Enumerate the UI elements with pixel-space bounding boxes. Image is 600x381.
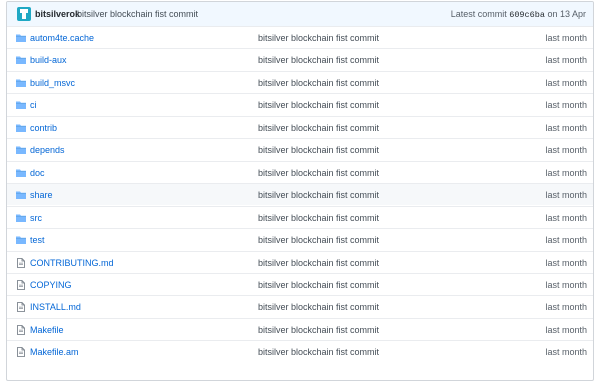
file-name-link[interactable]: src: [30, 213, 42, 223]
commit-age: last month: [545, 212, 587, 223]
folder-icon: [16, 213, 26, 223]
commit-age: last month: [545, 190, 587, 201]
folder-icon: [16, 168, 26, 178]
file-row: src bitsilver blockchain fist commit last …: [7, 205, 593, 228]
file-icon: [16, 257, 26, 268]
commit-age: last month: [545, 145, 587, 156]
commit-message-link[interactable]: bitsilver blockchain fist commit: [258, 100, 379, 110]
commit-message-link[interactable]: bitsilver blockchain fist commit: [258, 258, 379, 268]
commit-age: last month: [545, 324, 587, 335]
file-row: INSTALL.md bitsilver blockchain fist comm…: [7, 295, 593, 318]
folder-icon: [16, 33, 26, 43]
file-icon: [16, 280, 26, 290]
commit-message-link[interactable]: bitsilver blockchain fist commit: [258, 190, 379, 200]
file-row: contrib bitsilver blockchain fist commit l…: [7, 115, 593, 138]
commit-age: last month: [545, 55, 587, 66]
file-icon: [16, 324, 26, 335]
latest-commit-bar: bitsilverok bitsilver blockchain fist co…: [7, 2, 593, 27]
folder-icon: [16, 55, 26, 65]
file-name-link[interactable]: contrib: [30, 123, 57, 133]
file-row: share bitsilver blockchain fist commit las…: [7, 183, 593, 206]
folder-icon: [16, 78, 26, 88]
commit-age: last month: [545, 302, 587, 313]
commit-age: last month: [545, 257, 587, 268]
folder-icon: [16, 190, 26, 200]
commit-message-link[interactable]: bitsilver blockchain fist commit: [258, 78, 379, 88]
commit-age: last month: [545, 100, 587, 111]
file-icon: [16, 302, 26, 313]
commit-message-link[interactable]: bitsilver blockchain fist commit: [258, 55, 379, 65]
commit-age: last month: [545, 122, 587, 133]
file-row: CONTRIBUTING.md bitsilver blockchain fist…: [7, 250, 593, 273]
commit-message-link[interactable]: bitsilver blockchain fist commit: [258, 123, 379, 133]
file-row: autom4te.cache bitsilver blockchain fist …: [7, 26, 593, 48]
file-name-link[interactable]: build_msvc: [30, 78, 75, 88]
file-row: build-aux bitsilver blockchain fist commi…: [7, 48, 593, 71]
file-row: COPYING bitsilver blockchain fist commit l…: [7, 272, 593, 295]
commit-age: last month: [545, 167, 587, 178]
file-row: depends bitsilver blockchain fist commit l…: [7, 138, 593, 161]
commit-sha[interactable]: 609c6ba: [509, 10, 545, 20]
file-row: test bitsilver blockchain fist commit last…: [7, 228, 593, 251]
commit-age: last month: [545, 279, 587, 290]
file-name-link[interactable]: COPYING: [30, 280, 72, 290]
commit-message-link[interactable]: bitsilver blockchain fist commit: [258, 302, 379, 312]
folder-icon: [16, 145, 26, 155]
commit-message[interactable]: bitsilver blockchain fist commit: [77, 9, 198, 19]
commit-age: last month: [545, 77, 587, 88]
latest-commit-label: Latest commit: [450, 9, 507, 19]
folder-icon: [16, 235, 26, 245]
file-row: doc bitsilver blockchain fist commit last …: [7, 160, 593, 183]
file-name-link[interactable]: share: [30, 190, 53, 200]
file-name-link[interactable]: test: [30, 235, 45, 245]
file-name-link[interactable]: depends: [30, 145, 65, 155]
commit-message-link[interactable]: bitsilver blockchain fist commit: [258, 168, 379, 178]
commit-age: last month: [545, 347, 587, 358]
file-name-link[interactable]: build-aux: [30, 55, 67, 65]
author-avatar[interactable]: [17, 7, 31, 21]
commit-age: last month: [545, 235, 587, 246]
file-name-link[interactable]: doc: [30, 168, 45, 178]
commit-message-link[interactable]: bitsilver blockchain fist commit: [258, 213, 379, 223]
file-list-panel: bitsilverok bitsilver blockchain fist co…: [6, 1, 594, 381]
file-icon: [16, 347, 26, 358]
commit-date: on 13 Apr: [547, 9, 586, 19]
file-name-link[interactable]: ci: [30, 100, 37, 110]
file-name-link[interactable]: autom4te.cache: [30, 33, 94, 43]
file-name-link[interactable]: INSTALL.md: [30, 302, 81, 312]
commit-message-link[interactable]: bitsilver blockchain fist commit: [258, 325, 379, 335]
commit-message-link[interactable]: bitsilver blockchain fist commit: [258, 280, 379, 290]
file-name-link[interactable]: Makefile: [30, 325, 64, 335]
commit-message-link[interactable]: bitsilver blockchain fist commit: [258, 145, 379, 155]
file-row: build_msvc bitsilver blockchain fist comm…: [7, 70, 593, 93]
commit-message-link[interactable]: bitsilver blockchain fist commit: [258, 235, 379, 245]
file-row: Makefile.am bitsilver blockchain fist com…: [7, 340, 593, 363]
file-name-link[interactable]: Makefile.am: [30, 347, 79, 357]
commit-message-link[interactable]: bitsilver blockchain fist commit: [258, 33, 379, 43]
commit-author[interactable]: bitsilverok: [35, 9, 80, 19]
file-row: Makefile bitsilver blockchain fist commit…: [7, 317, 593, 340]
folder-icon: [16, 100, 26, 110]
commit-message-link[interactable]: bitsilver blockchain fist commit: [258, 347, 379, 357]
commit-age: last month: [545, 33, 587, 43]
file-name-link[interactable]: CONTRIBUTING.md: [30, 258, 114, 268]
file-row: ci bitsilver blockchain fist commit last m…: [7, 93, 593, 116]
latest-commit-info: Latest commit 609c6ba on 13 Apr: [451, 9, 586, 20]
folder-icon: [16, 123, 26, 133]
